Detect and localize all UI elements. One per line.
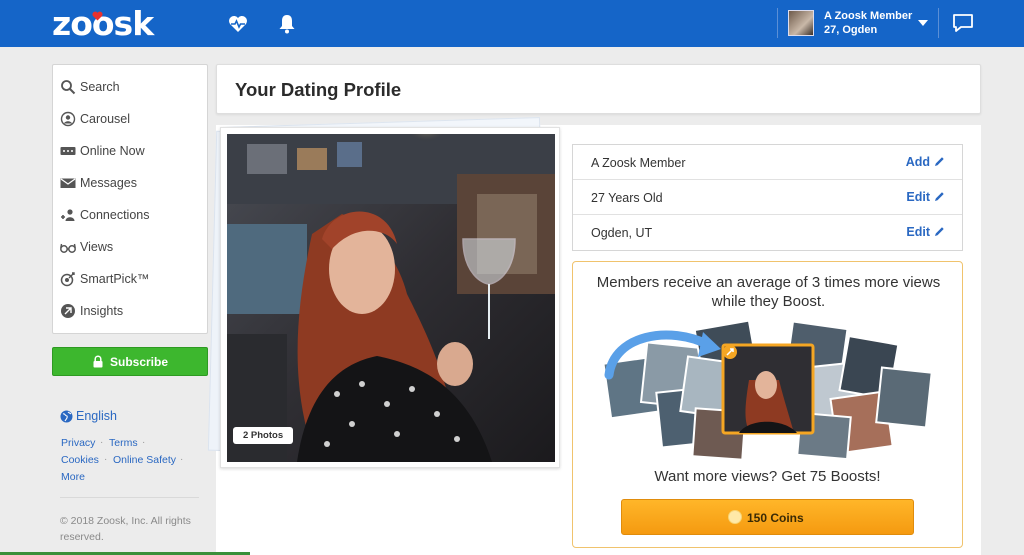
info-row-name: A Zoosk Member Add — [573, 145, 962, 180]
subscribe-label: Subscribe — [110, 355, 169, 369]
profile-photo-image — [227, 134, 555, 462]
more-link[interactable]: More — [61, 471, 85, 483]
info-value: 27 Years Old — [591, 191, 663, 205]
lock-icon — [93, 355, 103, 368]
chat-button[interactable] — [938, 8, 988, 38]
chevron-down-icon[interactable] — [918, 20, 928, 26]
sidebar-item-label: Views — [80, 240, 114, 254]
sidebar-nav: Search Carousel Online Now Messages Conn… — [52, 64, 208, 334]
sidebar-item-insights[interactable]: Insights — [53, 297, 207, 325]
sidebar-item-label: Search — [80, 80, 120, 94]
footer-separator: · — [100, 437, 104, 448]
action-label: Edit — [906, 190, 930, 204]
boost-subline: Want more views? Get 75 Boosts! — [654, 468, 881, 485]
edit-age-button[interactable]: Edit — [906, 190, 945, 204]
chat-icon — [953, 14, 973, 32]
top-bar: zoosk A Zoosk Member 27, Ogden — [0, 0, 1024, 47]
insights-icon — [61, 304, 75, 318]
profile-photo[interactable] — [227, 134, 555, 462]
edit-location-button[interactable]: Edit — [906, 225, 945, 239]
info-value: A Zoosk Member — [591, 156, 686, 170]
glasses-icon — [60, 243, 76, 253]
member-menu[interactable]: A Zoosk Member 27, Ogden — [777, 8, 937, 38]
cookies-link[interactable]: Cookies — [61, 454, 99, 466]
page-title: Your Dating Profile — [235, 79, 402, 100]
logo-heart-icon — [92, 11, 103, 21]
footer-separator: · — [104, 454, 108, 465]
boost-promo: Members receive an average of 3 times mo… — [572, 261, 963, 548]
logo-text: zoosk — [52, 4, 154, 43]
sidebar-item-messages[interactable]: Messages — [53, 169, 207, 197]
copyright-text: © 2018 Zoosk, Inc. All rights reserved. — [60, 515, 191, 543]
online-now-icon — [60, 147, 76, 155]
buy-coins-button[interactable]: 150 Coins — [621, 499, 914, 535]
sidebar-item-views[interactable]: Views — [53, 233, 207, 261]
action-label: Edit — [906, 225, 930, 239]
sidebar-item-carousel[interactable]: Carousel — [53, 105, 207, 133]
footer-divider — [60, 497, 199, 498]
avatar — [788, 10, 814, 36]
profile-info-table: A Zoosk Member Add 27 Years Old Edit Ogd… — [572, 144, 963, 251]
sidebar-item-label: SmartPick™ — [80, 272, 150, 286]
coins-label: 150 Coins — [747, 511, 804, 525]
sidebar-item-label: Messages — [80, 176, 137, 190]
smartpick-icon — [60, 272, 75, 287]
privacy-link[interactable]: Privacy — [61, 437, 95, 449]
sidebar-item-label: Online Now — [80, 144, 145, 158]
sidebar-item-online-now[interactable]: Online Now — [53, 137, 207, 165]
sidebar-item-label: Connections — [80, 208, 150, 222]
member-name: A Zoosk Member — [824, 10, 913, 22]
action-label: Add — [905, 155, 930, 169]
search-icon — [61, 80, 76, 95]
info-value: Ogden, UT — [591, 226, 653, 240]
pencil-icon — [935, 192, 944, 201]
info-row-location: Ogden, UT Edit — [573, 215, 962, 250]
add-name-button[interactable]: Add — [906, 155, 945, 169]
heart-pulse-icon[interactable] — [227, 13, 249, 35]
coin-icon — [728, 510, 742, 524]
profile-header: Your Dating Profile — [216, 64, 981, 114]
photo-count-badge[interactable]: 2 Photos — [233, 427, 294, 444]
boost-illustration — [602, 320, 933, 460]
pencil-icon — [935, 157, 944, 166]
sidebar-item-connections[interactable]: Connections — [53, 201, 207, 229]
info-row-age: 27 Years Old Edit — [573, 180, 962, 215]
profile-photo-frame[interactable]: 2 Photos — [220, 127, 560, 468]
pencil-icon — [935, 227, 944, 236]
subscribe-button[interactable]: Subscribe — [52, 347, 208, 376]
terms-link[interactable]: Terms — [109, 437, 138, 449]
online-safety-link[interactable]: Online Safety — [113, 454, 176, 466]
member-location: 27, Ogden — [824, 24, 878, 36]
globe-icon — [60, 410, 73, 423]
footer-separator: · — [180, 454, 184, 465]
bell-icon[interactable] — [276, 13, 298, 35]
sidebar-item-search[interactable]: Search — [53, 73, 207, 101]
language-label: English — [76, 409, 117, 423]
zoosk-logo[interactable]: zoosk — [52, 4, 154, 43]
connections-icon — [61, 209, 75, 221]
boost-headline: Members receive an average of 3 times mo… — [596, 274, 941, 310]
sidebar-item-label: Insights — [80, 304, 124, 318]
carousel-icon — [60, 111, 76, 127]
sidebar-item-label: Carousel — [80, 112, 131, 126]
sidebar-item-smartpick[interactable]: SmartPick™ — [53, 265, 207, 293]
footer-separator: · — [142, 437, 146, 448]
envelope-icon — [60, 178, 76, 188]
